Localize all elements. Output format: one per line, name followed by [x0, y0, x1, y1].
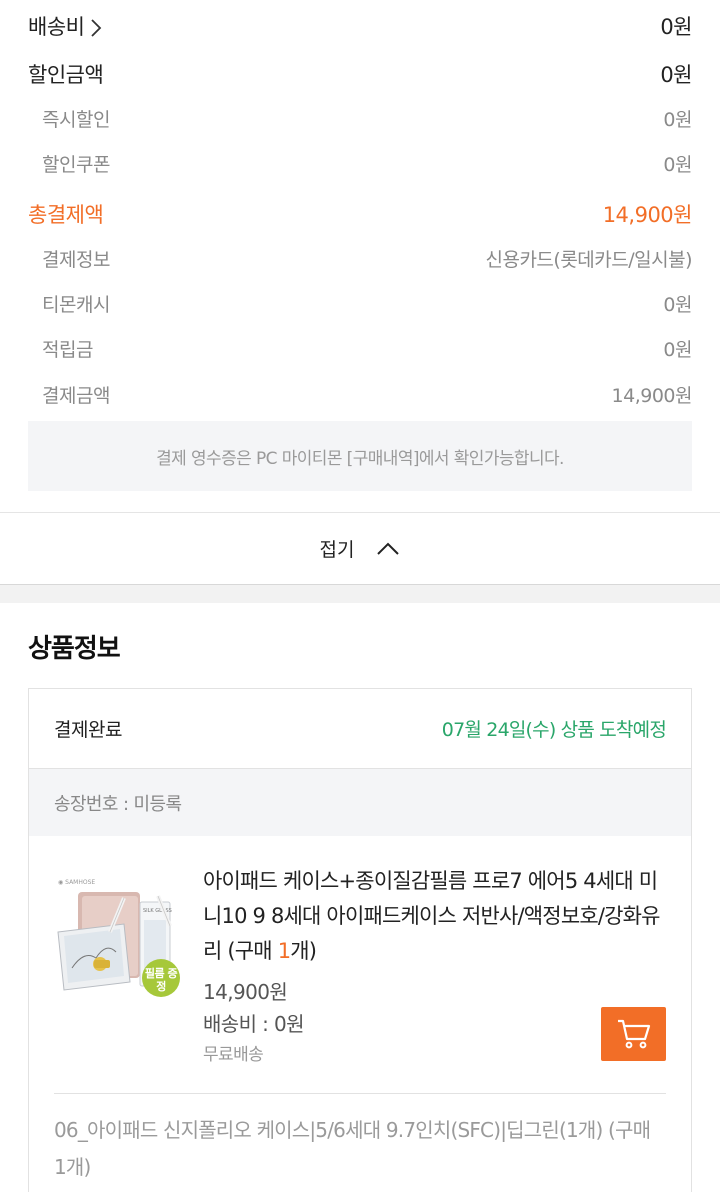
payment-info-label: 결제정보 [42, 248, 110, 271]
product-name[interactable]: 아이패드 케이스+종이질감필름 프로7 에어5 4세대 미니10 9 8세대 아… [203, 864, 666, 969]
section-divider [0, 585, 720, 603]
shipping-label[interactable]: 배송비 [28, 11, 102, 41]
product-price: 14,900원 [203, 980, 288, 1004]
product-name-suffix: 개) [290, 939, 317, 963]
product-thumbnail[interactable]: ◉ SAMHOSE SILK GLASS 필름 증정 [54, 872, 182, 1000]
product-shipping-fee: 배송비 : 0원 [203, 1012, 305, 1036]
chevron-right-icon [91, 19, 102, 37]
tmon-cash-row: 티몬캐시 0원 [28, 285, 692, 321]
product-section-title: 상품정보 [28, 634, 121, 664]
fold-button[interactable]: 접기 [0, 512, 720, 585]
product-option: 06_아이패드 신지폴리오 케이스|5/6세대 9.7인치(SFC)|딥그린(1… [54, 1118, 651, 1179]
order-status: 결제완료 [54, 719, 122, 741]
shipping-value: 0원 [660, 15, 692, 39]
gift-badge: 필름 증정 [144, 967, 178, 993]
cart-icon [617, 1019, 650, 1049]
total-value: 14,900원 [602, 203, 693, 227]
coupon-discount-label: 할인쿠폰 [42, 153, 110, 176]
shipping-row[interactable]: 배송비 0원 [28, 8, 692, 44]
total-row: 총결제액 14,900원 [28, 196, 693, 232]
paid-amount-label: 결제금액 [42, 384, 110, 407]
purchase-quantity: 1 [277, 939, 291, 963]
paid-amount-row: 결제금액 14,900원 [28, 376, 693, 412]
paid-amount-value: 14,900원 [611, 384, 693, 407]
chevron-up-icon [377, 542, 400, 555]
discount-label: 할인금액 [28, 63, 104, 87]
product-card: 결제완료 07월 24일(수) 상품 도착예정 송장번호 : 미등록 ◉ SAM… [28, 688, 692, 1192]
payment-info-value: 신용카드(롯데카드/일시불) [485, 248, 692, 271]
order-status-header: 결제완료 07월 24일(수) 상품 도착예정 [29, 689, 691, 769]
points-value: 0원 [663, 338, 692, 361]
discount-value: 0원 [660, 63, 692, 87]
tmon-cash-label: 티몬캐시 [42, 293, 110, 316]
instant-discount-value: 0원 [663, 108, 692, 131]
instant-discount-label: 즉시할인 [42, 108, 110, 131]
receipt-notice: 결제 영수증은 PC 마이티몬 [구매내역]에서 확인가능합니다. [28, 421, 692, 491]
svg-text:◉ SAMHOSE: ◉ SAMHOSE [58, 879, 95, 886]
payment-info-row: 결제정보 신용카드(롯데카드/일시불) [28, 240, 692, 276]
coupon-discount-row: 할인쿠폰 0원 [28, 145, 692, 181]
instant-discount-row: 즉시할인 0원 [28, 100, 692, 136]
points-label: 적립금 [42, 338, 93, 361]
svg-text:SILK GLASS: SILK GLASS [143, 908, 172, 914]
add-to-cart-button[interactable] [601, 1007, 666, 1061]
tmon-cash-value: 0원 [663, 293, 692, 316]
free-shipping-label: 무료배송 [203, 1045, 264, 1065]
product-item: ◉ SAMHOSE SILK GLASS 필름 증정 아이패드 케이스+종이질감… [54, 836, 666, 1094]
discount-row: 할인금액 0원 [28, 56, 692, 92]
invoice-number: 송장번호 : 미등록 [29, 769, 691, 836]
coupon-discount-value: 0원 [663, 153, 692, 176]
fold-label: 접기 [319, 539, 355, 561]
points-row: 적립금 0원 [28, 330, 692, 366]
product-name-text: 아이패드 케이스+종이질감필름 프로7 에어5 4세대 미니10 9 8세대 아… [203, 869, 661, 963]
delivery-estimate: 07월 24일(수) 상품 도착예정 [441, 719, 667, 741]
total-label: 총결제액 [28, 203, 104, 227]
